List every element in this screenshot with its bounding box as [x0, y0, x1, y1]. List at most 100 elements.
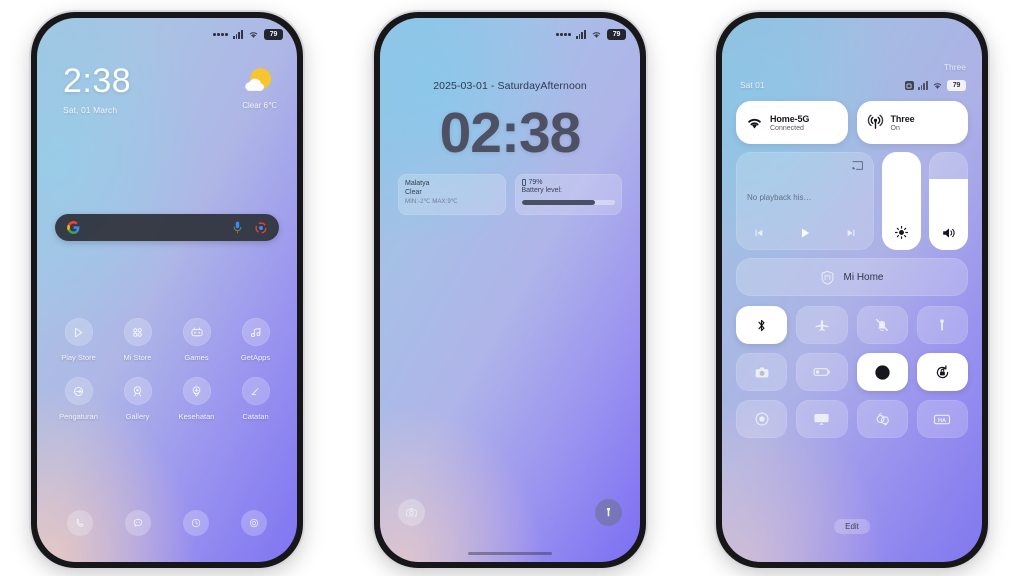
dots-icon — [213, 33, 228, 36]
battery-saver-toggle[interactable] — [796, 353, 848, 391]
cast-screen-toggle[interactable] — [796, 400, 848, 438]
battery-mini-icon — [521, 179, 526, 186]
app-label: Play Store — [61, 353, 96, 362]
lockscreen-date: 2025-03-01 - SaturdayAfternoon — [433, 80, 587, 92]
media-title: No playback his… — [747, 193, 812, 202]
app-getapps[interactable]: GetApps — [226, 318, 285, 362]
app-kesehatan[interactable]: Kesehatan — [167, 377, 226, 421]
rotation-lock-toggle[interactable] — [916, 353, 968, 391]
settings-icon — [64, 377, 93, 405]
weather-city: Malatya — [405, 180, 430, 187]
cellular-card-text: Three On — [891, 114, 915, 132]
sun-behind-cloud-icon — [242, 66, 277, 98]
airplane-mode-toggle[interactable] — [796, 306, 848, 344]
cellular-status: On — [890, 124, 900, 132]
getapps-icon — [241, 318, 270, 346]
games-controller-icon — [182, 318, 211, 346]
phone-icon[interactable] — [67, 510, 93, 536]
svg-text:HA: HA — [938, 418, 946, 424]
clock-time: 2:38 — [63, 62, 132, 100]
notes-icon — [241, 377, 270, 405]
app-gallery[interactable]: Gallery — [108, 377, 167, 421]
media-player[interactable]: No playback his… — [736, 152, 874, 250]
sync-toggle[interactable] — [856, 400, 908, 438]
weather-widget[interactable]: Malatya Clear MIN:-2℃ MAX:9℃ — [398, 174, 506, 215]
home-indicator[interactable] — [468, 552, 552, 555]
battery-percent-row: 79% — [521, 179, 616, 186]
wifi-card[interactable]: Home-5G Connected — [736, 101, 848, 144]
battery-badge: 79 — [947, 80, 966, 91]
messages-icon[interactable] — [125, 510, 151, 536]
weather-widget[interactable]: Clear 6℃ — [242, 66, 277, 110]
battery-badge: 79 — [607, 29, 626, 40]
media-and-sliders-row: No playback his… — [736, 152, 968, 250]
status-bar: 79 — [904, 80, 966, 91]
control-center-date: Sat 01 — [740, 80, 765, 90]
home-clock-weather-row: 2:38 Sat, 01 March Clear 6℃ — [63, 64, 277, 115]
status-bar: 79 — [213, 28, 283, 41]
phone-control-center: Three Sat 01 79 Home-5G Connected Three … — [716, 12, 988, 568]
battery-progress-track — [521, 200, 615, 205]
play-icon[interactable] — [798, 226, 812, 240]
lockscreen-time: 02:38 — [439, 101, 582, 165]
google-logo — [67, 221, 80, 234]
app-label: Gallery — [125, 412, 150, 421]
flashlight-toggle[interactable] — [916, 306, 968, 344]
home-clock-block[interactable]: 2:38 Sat, 01 March — [63, 64, 131, 115]
dark-mode-toggle[interactable] — [856, 353, 908, 391]
screen-record-toggle[interactable] — [736, 400, 788, 438]
next-icon[interactable] — [845, 227, 857, 239]
flashlight-shortcut[interactable] — [595, 499, 622, 526]
silent-mode-toggle[interactable] — [856, 306, 908, 344]
health-icon — [182, 377, 211, 405]
cast-icon[interactable] — [851, 160, 864, 171]
status-bar: 79 — [556, 28, 626, 41]
camera-shortcut[interactable] — [398, 499, 425, 526]
battery-progress-fill — [521, 200, 596, 205]
connectivity-cards: Home-5G Connected Three On — [736, 101, 968, 144]
phone-home-screen: 79 2:38 Sat, 01 March Clear 6℃ Play Stor… — [31, 12, 303, 568]
gallery-icon — [123, 377, 152, 405]
bluetooth-toggle[interactable] — [736, 306, 788, 344]
hd-audio-toggle[interactable]: HA — [916, 400, 968, 438]
app-mi-store[interactable]: Mi Store — [108, 318, 167, 362]
lockscreen-widgets: Malatya Clear MIN:-2℃ MAX:9℃ 79% Battery… — [398, 174, 622, 215]
app-play-store[interactable]: Play Store — [49, 318, 108, 362]
battery-label: Battery level: — [521, 187, 562, 194]
mi-home-card[interactable]: Mi Home — [736, 258, 968, 296]
media-controls — [747, 226, 863, 240]
wifi-icon — [591, 30, 602, 39]
cellular-card[interactable]: Three On — [856, 101, 968, 144]
carrier-label: Three — [943, 62, 966, 72]
wifi-icon — [932, 81, 943, 90]
battery-widget[interactable]: 79% Battery level: — [514, 174, 622, 215]
app-label: Mi Store — [123, 353, 152, 362]
app-label: Catatan — [242, 412, 269, 421]
carrier-name: Three — [890, 113, 915, 124]
wifi-icon — [248, 30, 259, 39]
edit-button[interactable]: Edit — [834, 519, 870, 534]
previous-icon[interactable] — [753, 227, 765, 239]
play-store-icon — [64, 318, 93, 346]
app-label: GetApps — [240, 353, 271, 362]
app-games[interactable]: Games — [167, 318, 226, 362]
volume-slider[interactable] — [929, 152, 968, 250]
phone-lock-screen: 79 2025-03-01 - SaturdayAfternoon 02:38 … — [374, 12, 646, 568]
battery-badge: 79 — [264, 29, 283, 40]
camera-toggle[interactable] — [736, 353, 788, 391]
weather-text: Clear 6℃ — [242, 101, 277, 110]
dock — [51, 510, 283, 536]
app-pengaturan[interactable]: Pengaturan — [49, 377, 108, 421]
google-lens-icon[interactable] — [255, 221, 267, 234]
app-catatan[interactable]: Catatan — [226, 377, 285, 421]
app-label: Kesehatan — [178, 412, 215, 421]
camera-icon[interactable] — [241, 510, 267, 536]
clock-icon[interactable] — [183, 510, 209, 536]
cellular-icon — [867, 114, 884, 131]
screenshot-stage: 79 2:38 Sat, 01 March Clear 6℃ Play Stor… — [0, 0, 1024, 576]
signal-bars-icon — [917, 81, 928, 90]
mic-icon[interactable] — [232, 221, 243, 234]
wifi-icon — [746, 116, 763, 130]
search-input[interactable] — [55, 214, 279, 241]
brightness-slider[interactable] — [882, 152, 921, 250]
